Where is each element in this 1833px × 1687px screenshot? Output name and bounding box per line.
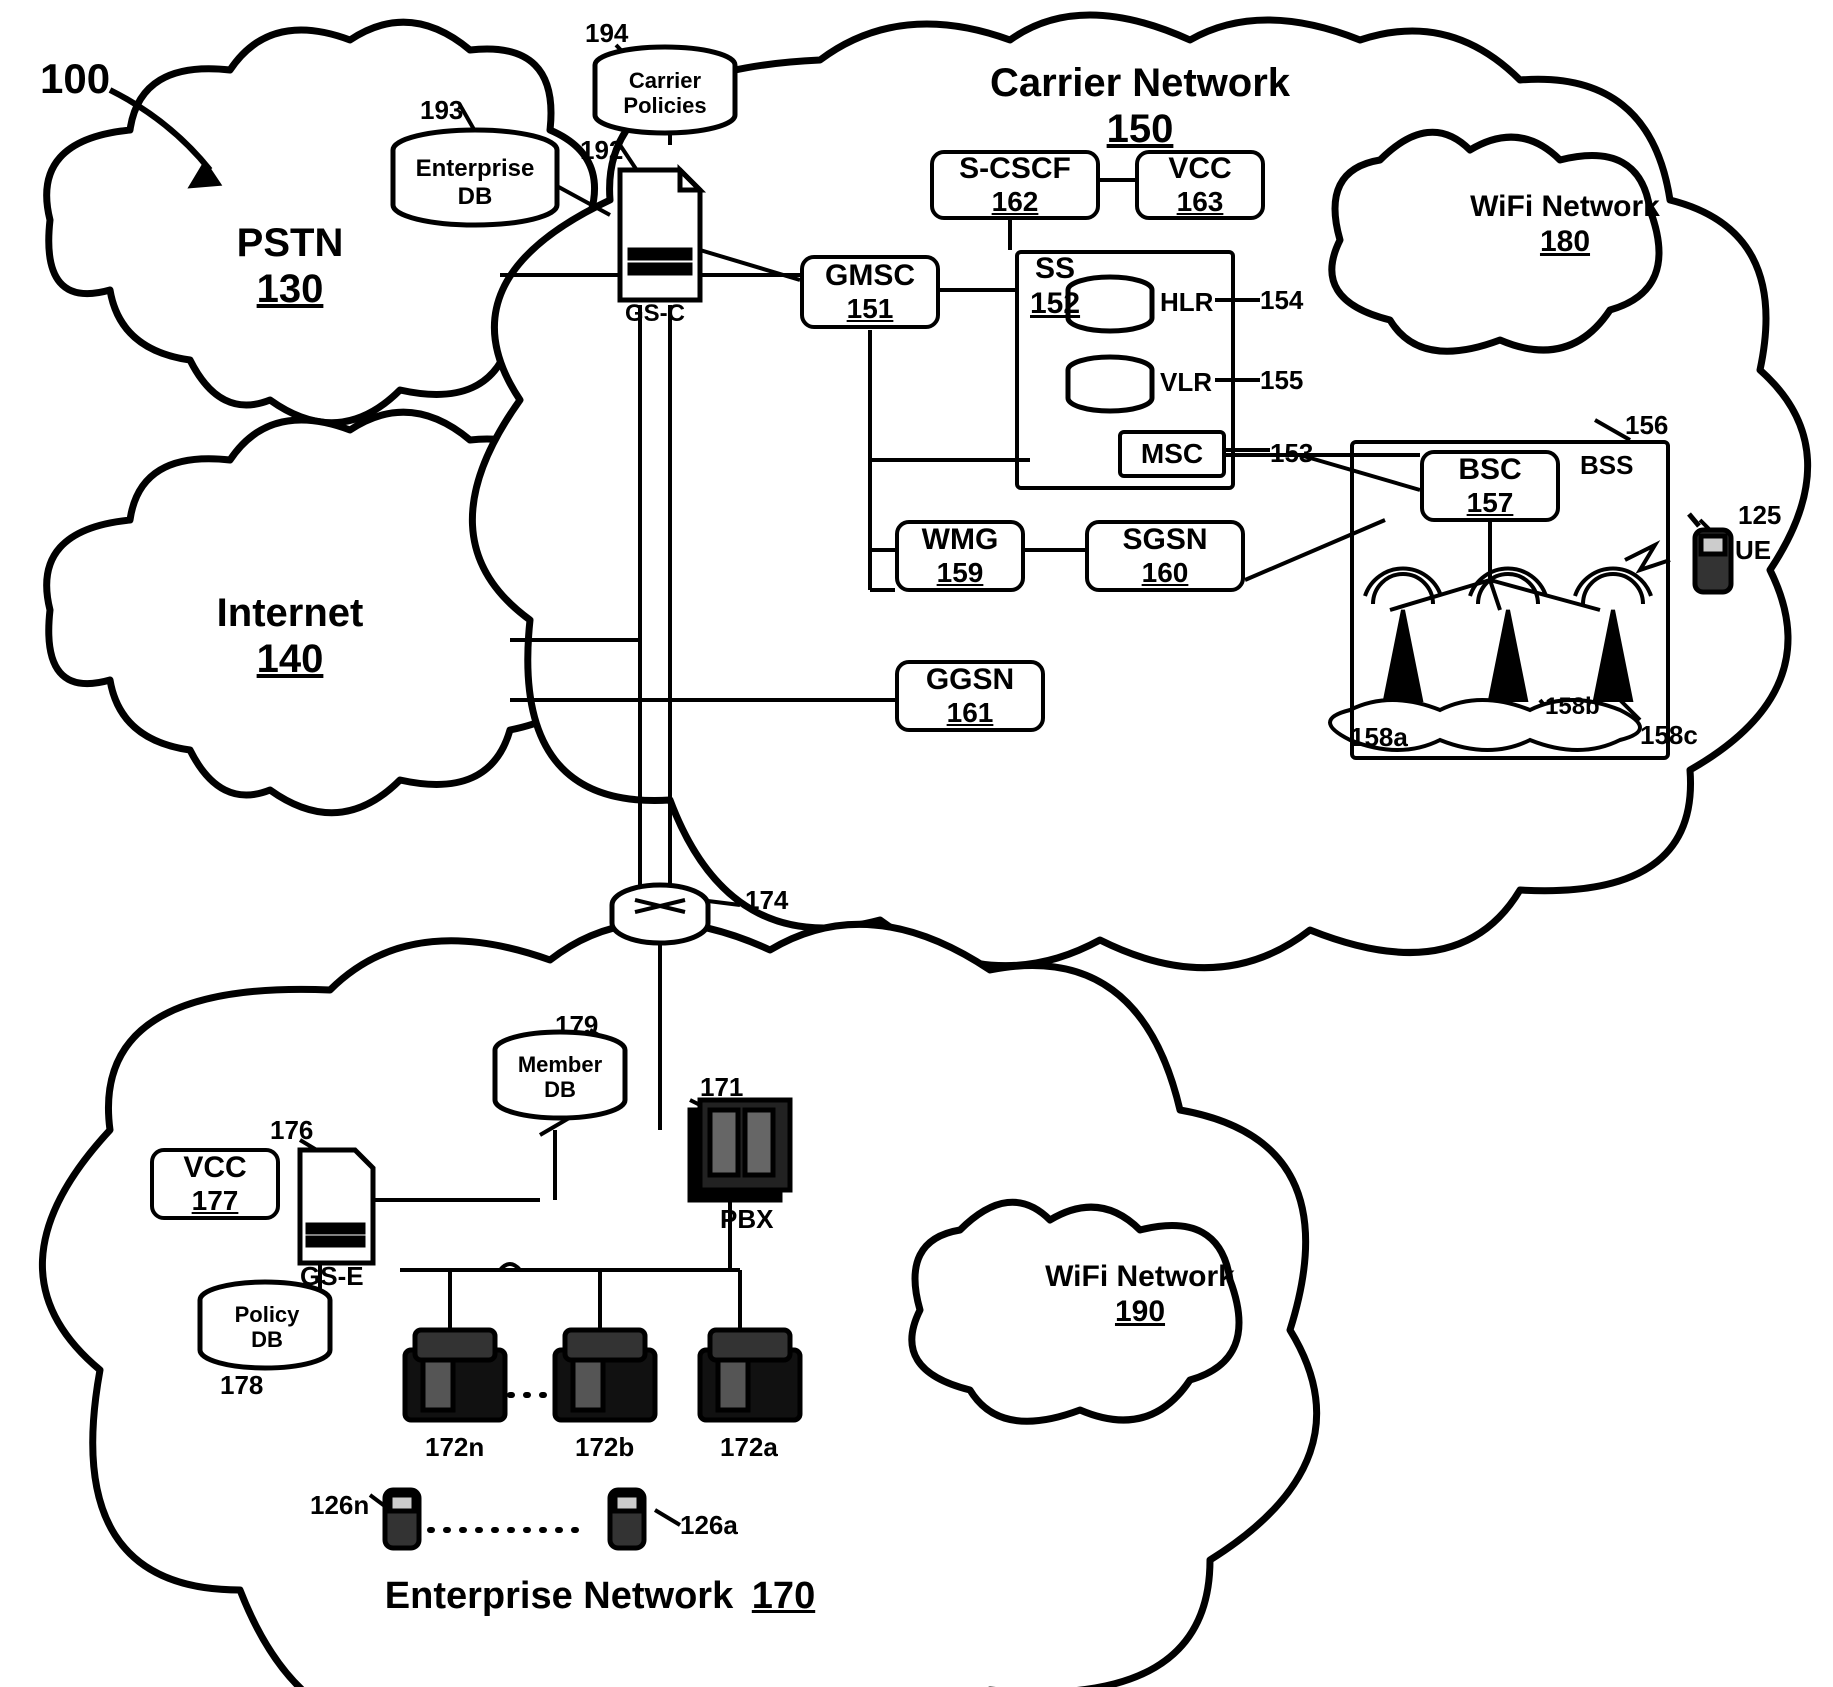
- bsc-ref: 157: [1467, 488, 1514, 519]
- ss-ref: 152: [1030, 287, 1080, 322]
- cloud-enterprise-label: Enterprise Network 170: [380, 1575, 820, 1619]
- ref-172a: 172a: [720, 1432, 778, 1463]
- box-msc: MSC: [1118, 430, 1226, 478]
- wmg-ref: 159: [937, 558, 984, 589]
- ref-193: 193: [420, 95, 463, 126]
- gmsc-name: GMSC: [825, 259, 915, 292]
- member-db-label: Member DB: [510, 1052, 610, 1103]
- enterprise-ref: 170: [752, 1575, 815, 1617]
- gmsc-ref: 151: [847, 294, 894, 325]
- figure-ref: 100: [40, 55, 110, 103]
- box-vcc-top: VCC 163: [1135, 150, 1265, 220]
- wmg-name: WMG: [922, 523, 999, 556]
- ref-176: 176: [270, 1115, 313, 1146]
- hlr-label: HLR: [1160, 288, 1213, 318]
- ref-192: 192: [580, 135, 623, 166]
- gs-c-label: GS-C: [625, 300, 685, 328]
- ref-171: 171: [700, 1072, 743, 1103]
- carrier-ref: 150: [960, 106, 1320, 152]
- ue-label: UE: [1735, 535, 1771, 566]
- cloud-carrier-label: Carrier Network 150: [960, 60, 1320, 152]
- pstn-title: PSTN: [200, 220, 380, 266]
- ref-156: 156: [1625, 410, 1668, 441]
- gs-e-label: GS-E: [300, 1262, 364, 1292]
- bsc-name: BSC: [1458, 453, 1521, 486]
- cloud-wifi-bottom-label: WiFi Network 190: [1030, 1260, 1250, 1329]
- ss-name: SS: [1030, 252, 1080, 287]
- sgsn-ref: 160: [1142, 558, 1189, 589]
- ref-179: 179: [555, 1010, 598, 1041]
- box-scscf: S-CSCF 162: [930, 150, 1100, 220]
- box-sgsn: SGSN 160: [1085, 520, 1245, 592]
- carrier-title: Carrier Network: [960, 60, 1320, 106]
- ref-174: 174: [745, 885, 788, 916]
- ref-172b: 172b: [575, 1432, 634, 1463]
- ref-194: 194: [585, 18, 628, 49]
- vlr-label: VLR: [1160, 368, 1212, 398]
- ref-126a: 126a: [680, 1510, 738, 1541]
- ref-158c: 158c: [1640, 720, 1698, 751]
- pstn-ref: 130: [200, 266, 380, 312]
- box-wmg: WMG 159: [895, 520, 1025, 592]
- ref-172n: 172n: [425, 1432, 484, 1463]
- cloud-internet-label: Internet 140: [190, 590, 390, 682]
- policy-db-label: Policy DB: [222, 1302, 312, 1353]
- wifi-bottom-ref: 190: [1030, 1295, 1250, 1330]
- ss-title: SS 152: [1030, 252, 1080, 321]
- pbx-label: PBX: [720, 1205, 773, 1235]
- ref-154: 154: [1260, 285, 1303, 316]
- box-bsc: BSC 157: [1420, 450, 1560, 522]
- bss-label: BSS: [1580, 450, 1633, 481]
- ref-153: 153: [1270, 438, 1313, 469]
- box-ggsn: GGSN 161: [895, 660, 1045, 732]
- enterprise-title: Enterprise Network: [385, 1575, 733, 1617]
- internet-ref: 140: [190, 636, 390, 682]
- vcc-e-ref: 177: [192, 1186, 239, 1217]
- ref-155: 155: [1260, 365, 1303, 396]
- vcc-top-ref: 163: [1177, 187, 1224, 218]
- ggsn-ref: 161: [947, 698, 994, 729]
- ref-178: 178: [220, 1370, 263, 1401]
- ggsn-name: GGSN: [926, 663, 1014, 696]
- box-gmsc: GMSC 151: [800, 255, 940, 329]
- wifi-top-ref: 180: [1455, 225, 1675, 260]
- enterprise-db-label: Enterprise DB: [410, 155, 540, 210]
- vcc-e-name: VCC: [183, 1151, 246, 1184]
- sgsn-name: SGSN: [1122, 523, 1207, 556]
- scscf-ref: 162: [992, 187, 1039, 218]
- internet-title: Internet: [190, 590, 390, 636]
- cloud-wifi-top-label: WiFi Network 180: [1455, 190, 1675, 259]
- msc-name: MSC: [1141, 439, 1203, 470]
- cloud-pstn-label: PSTN 130: [200, 220, 380, 312]
- ref-126n: 126n: [310, 1490, 369, 1521]
- scscf-name: S-CSCF: [959, 152, 1071, 185]
- carrier-policies-label: Carrier Policies: [610, 68, 720, 119]
- wifi-bottom-title: WiFi Network: [1030, 1260, 1250, 1295]
- ref-158a: 158a: [1350, 722, 1408, 753]
- box-vcc-enterprise: VCC 177: [150, 1148, 280, 1220]
- vcc-top-name: VCC: [1168, 152, 1231, 185]
- wifi-top-title: WiFi Network: [1455, 190, 1675, 225]
- ref-125: 125: [1738, 500, 1781, 531]
- ref-158b: 158b: [1545, 693, 1600, 721]
